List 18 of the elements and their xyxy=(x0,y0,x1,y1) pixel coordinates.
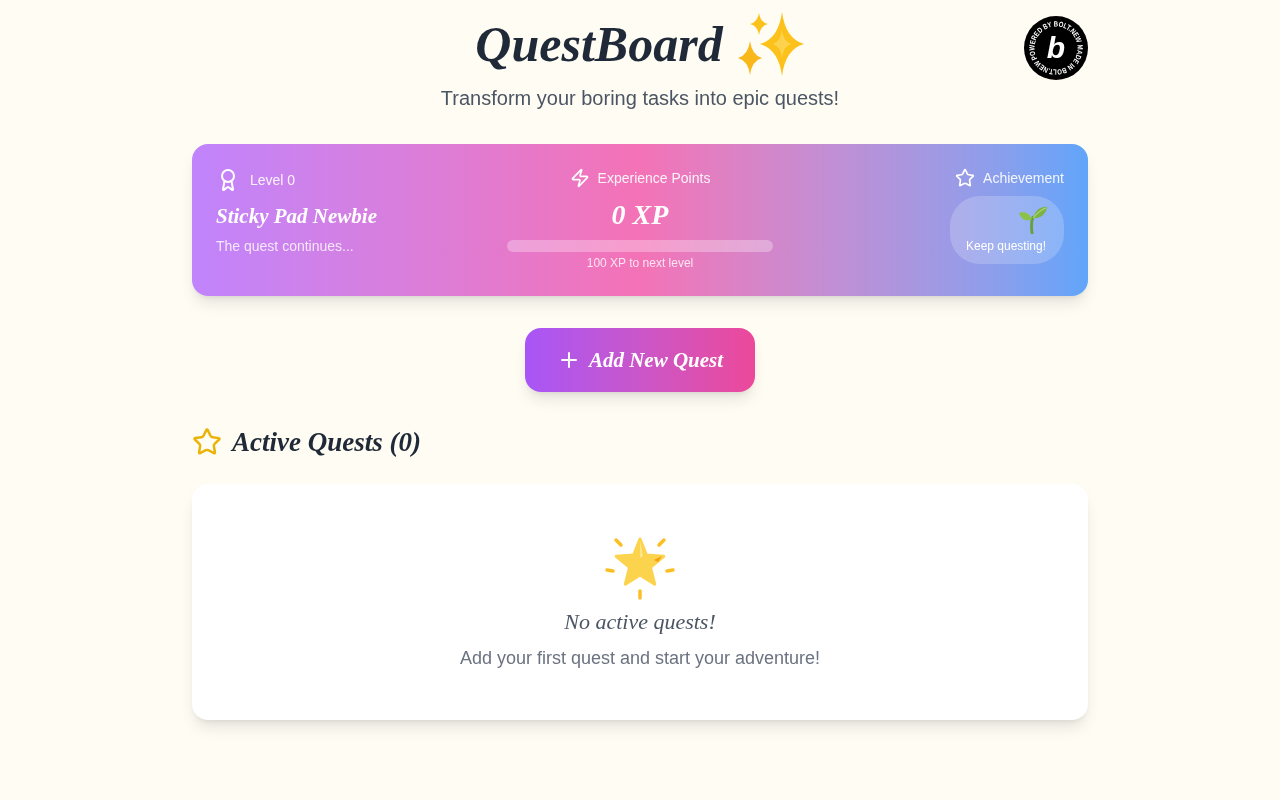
app-subtitle: Transform your boring tasks into epic quests! xyxy=(440,86,840,111)
empty-state-title: No active quests! xyxy=(564,608,716,636)
xp-value: 0 XP xyxy=(611,198,669,232)
rank-title: Sticky Pad Newbie xyxy=(216,204,377,228)
empty-state-message: Add your first quest and start your adventure! xyxy=(459,647,821,670)
star-outline-icon xyxy=(192,427,222,457)
star-outline-icon xyxy=(955,168,976,188)
achievement-label: Achievement xyxy=(983,169,1064,188)
xp-caption: 100 XP to next level xyxy=(586,255,694,271)
achievement-caption: Keep questing! xyxy=(966,238,1048,254)
add-quest-button[interactable]: Add New Quest xyxy=(524,328,756,392)
section-heading: Active Quests (0) xyxy=(232,426,421,459)
app-title: QuestBoard xyxy=(475,19,723,69)
xp-label: Experience Points xyxy=(597,169,711,188)
level-label: Level 0 xyxy=(250,171,296,190)
rank-tagline: The quest continues... xyxy=(216,237,354,256)
zap-icon xyxy=(569,168,590,188)
seedling-icon xyxy=(1018,204,1048,234)
